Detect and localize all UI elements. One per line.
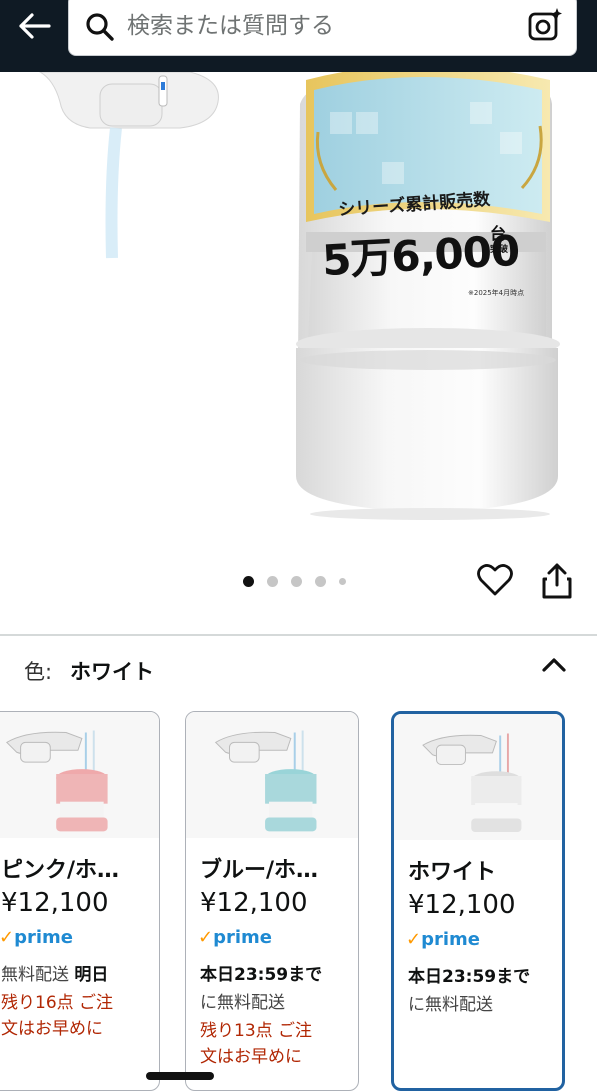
sales-banner-note: ※2025年4月時点 [468, 289, 525, 297]
stock-warning-cont: 文はお早めに [200, 1047, 302, 1067]
search-box[interactable] [68, 0, 577, 56]
variant-thumbnail [394, 714, 562, 840]
variant-price: ¥12,100 [408, 890, 516, 920]
top-bar [0, 0, 597, 72]
carousel-dot[interactable] [291, 575, 302, 587]
variant-thumbnail [186, 712, 358, 838]
search-icon [86, 13, 114, 41]
heart-icon[interactable] [476, 561, 514, 599]
variant-price: ¥12,100 [1, 888, 109, 918]
product-photo [38, 72, 560, 520]
section-divider [0, 634, 597, 636]
delivery-text: 無料配送 明日 [1, 965, 109, 985]
variant-card-blue[interactable]: ブルー/ホ… ¥12,100 ✓prime 本日23:59まで に無料配送 残り… [185, 711, 359, 1091]
variant-thumbnail [0, 712, 159, 838]
selected-color-value: ホワイト [70, 660, 154, 684]
sales-banner-unit: 台 [490, 224, 507, 243]
prime-check-icon: ✓ [0, 927, 15, 948]
delivery-text: 本日23:59まで [408, 967, 531, 987]
carousel-dots [243, 574, 346, 588]
product-image-carousel[interactable]: シリーズ累計販売数 5万6,000 台 突破 ※2025年4月時点 [0, 72, 597, 564]
prime-check-icon: ✓ [198, 927, 214, 948]
variant-price: ¥12,100 [200, 888, 308, 918]
carousel-dot[interactable] [243, 575, 254, 587]
back-arrow-icon [19, 13, 51, 39]
variant-name: ブルー/ホ… [200, 858, 319, 883]
stock-warning-cont: 文はお早めに [1, 1019, 103, 1039]
delivery-text-cont: に無料配送 [200, 993, 285, 1013]
prime-check-icon: ✓ [406, 929, 422, 950]
variant-card-pink[interactable]: ピンク/ホ… ¥12,100 ✓prime 無料配送 明日 残り16点 ご注 文… [0, 711, 160, 1091]
home-indicator [146, 1072, 214, 1080]
camera-search-icon[interactable] [527, 7, 563, 43]
carousel-dot[interactable] [339, 577, 346, 585]
stock-warning: 残り16点 ご注 [1, 993, 114, 1013]
chevron-up-icon[interactable] [536, 648, 572, 684]
color-label: 色: [24, 660, 53, 684]
variant-card-white[interactable]: ホワイト ¥12,100 ✓prime 本日23:59まで に無料配送 [391, 711, 565, 1091]
search-input[interactable] [127, 5, 507, 47]
delivery-text-cont: に無料配送 [408, 995, 493, 1015]
delivery-text: 本日23:59まで [200, 965, 323, 985]
variant-name: ホワイト [408, 860, 497, 885]
prime-badge: ✓prime [0, 927, 73, 948]
sales-banner-suffix: 突破 [490, 245, 509, 255]
share-icon[interactable] [538, 561, 576, 601]
carousel-dot[interactable] [315, 575, 326, 587]
back-button[interactable] [12, 8, 56, 44]
prime-badge: ✓prime [406, 929, 480, 950]
carousel-dot[interactable] [267, 575, 278, 587]
variant-name: ピンク/ホ… [1, 858, 120, 883]
stock-warning: 残り13点 ご注 [200, 1021, 313, 1041]
prime-badge: ✓prime [198, 927, 272, 948]
